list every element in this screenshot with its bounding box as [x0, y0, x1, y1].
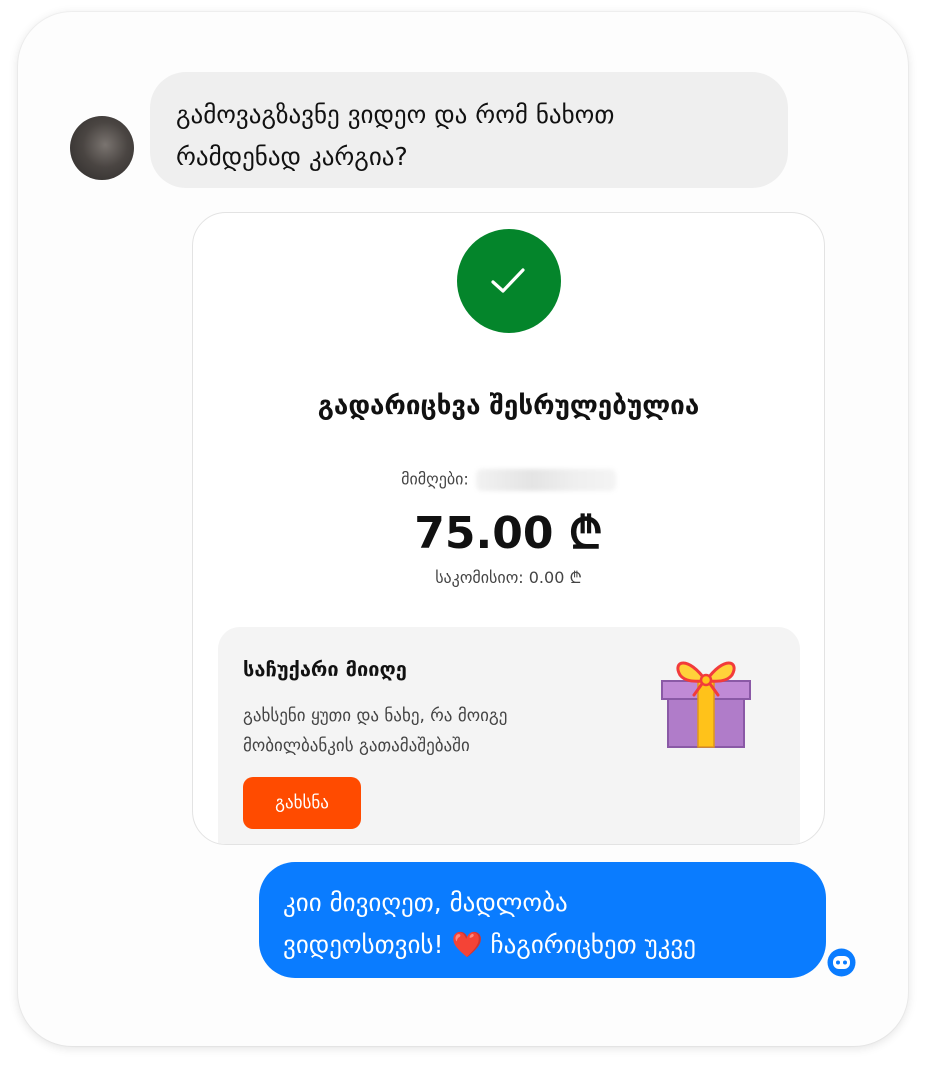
transfer-status-title: გადარიცხვა შესრულებულია: [317, 391, 700, 421]
outgoing-message-text-before-emoji: ვიდეოსთვის!: [283, 930, 444, 959]
sender-avatar[interactable]: [70, 116, 134, 180]
commission-text: საკომისიო: 0.00 ₾: [435, 568, 582, 587]
outgoing-message-line-2: ვიდეოსთვის! ❤️ ჩაგირიცხეთ უკვე: [283, 924, 802, 966]
gift-title: საჩუქარი მიიღე: [243, 657, 407, 681]
transfer-receipt-card: გადარიცხვა შესრულებულია მიმღები: 75.00 ₾…: [192, 212, 825, 845]
gift-description-line-2: მობილბანკის გათამაშებაში: [243, 736, 470, 756]
heart-emoji-icon: ❤️: [451, 930, 483, 959]
recipient-row: მიმღები:: [193, 469, 824, 491]
messenger-bot-icon: [827, 948, 856, 977]
outgoing-message-text-after-emoji: ჩაგირიცხეთ უკვე: [490, 930, 696, 959]
incoming-message-bubble[interactable]: გამოვაგზავნე ვიდეო და რომ ნახოთ რამდენად…: [150, 72, 788, 188]
gift-box-icon: [661, 661, 751, 748]
outgoing-message-bubble[interactable]: კიი მივიღეთ, მადლობა ვიდეოსთვის! ❤️ ჩაგი…: [259, 862, 826, 978]
recipient-name-redacted: [475, 469, 616, 491]
incoming-message-line-1: გამოვაგზავნე ვიდეო და რომ ნახოთ: [176, 100, 615, 129]
gift-description-line-1: გახსენი ყუთი და ნახე, რა მოიგე: [243, 706, 508, 726]
outgoing-message-line-1: კიი მივიღეთ, მადლობა: [283, 888, 568, 917]
success-badge: [457, 229, 561, 333]
transfer-amount: 75.00 ₾: [414, 508, 603, 559]
check-icon: [491, 268, 525, 293]
recipient-label: მიმღები:: [401, 469, 469, 489]
gift-description: გახსენი ყუთი და ნახე, რა მოიგე მობილბანკ…: [243, 701, 643, 761]
open-gift-button[interactable]: გახსნა: [243, 777, 361, 829]
gift-promo-panel: საჩუქარი მიიღე გახსენი ყუთი და ნახე, რა …: [218, 627, 800, 844]
incoming-message-line-2: რამდენად კარგია?: [176, 142, 408, 171]
